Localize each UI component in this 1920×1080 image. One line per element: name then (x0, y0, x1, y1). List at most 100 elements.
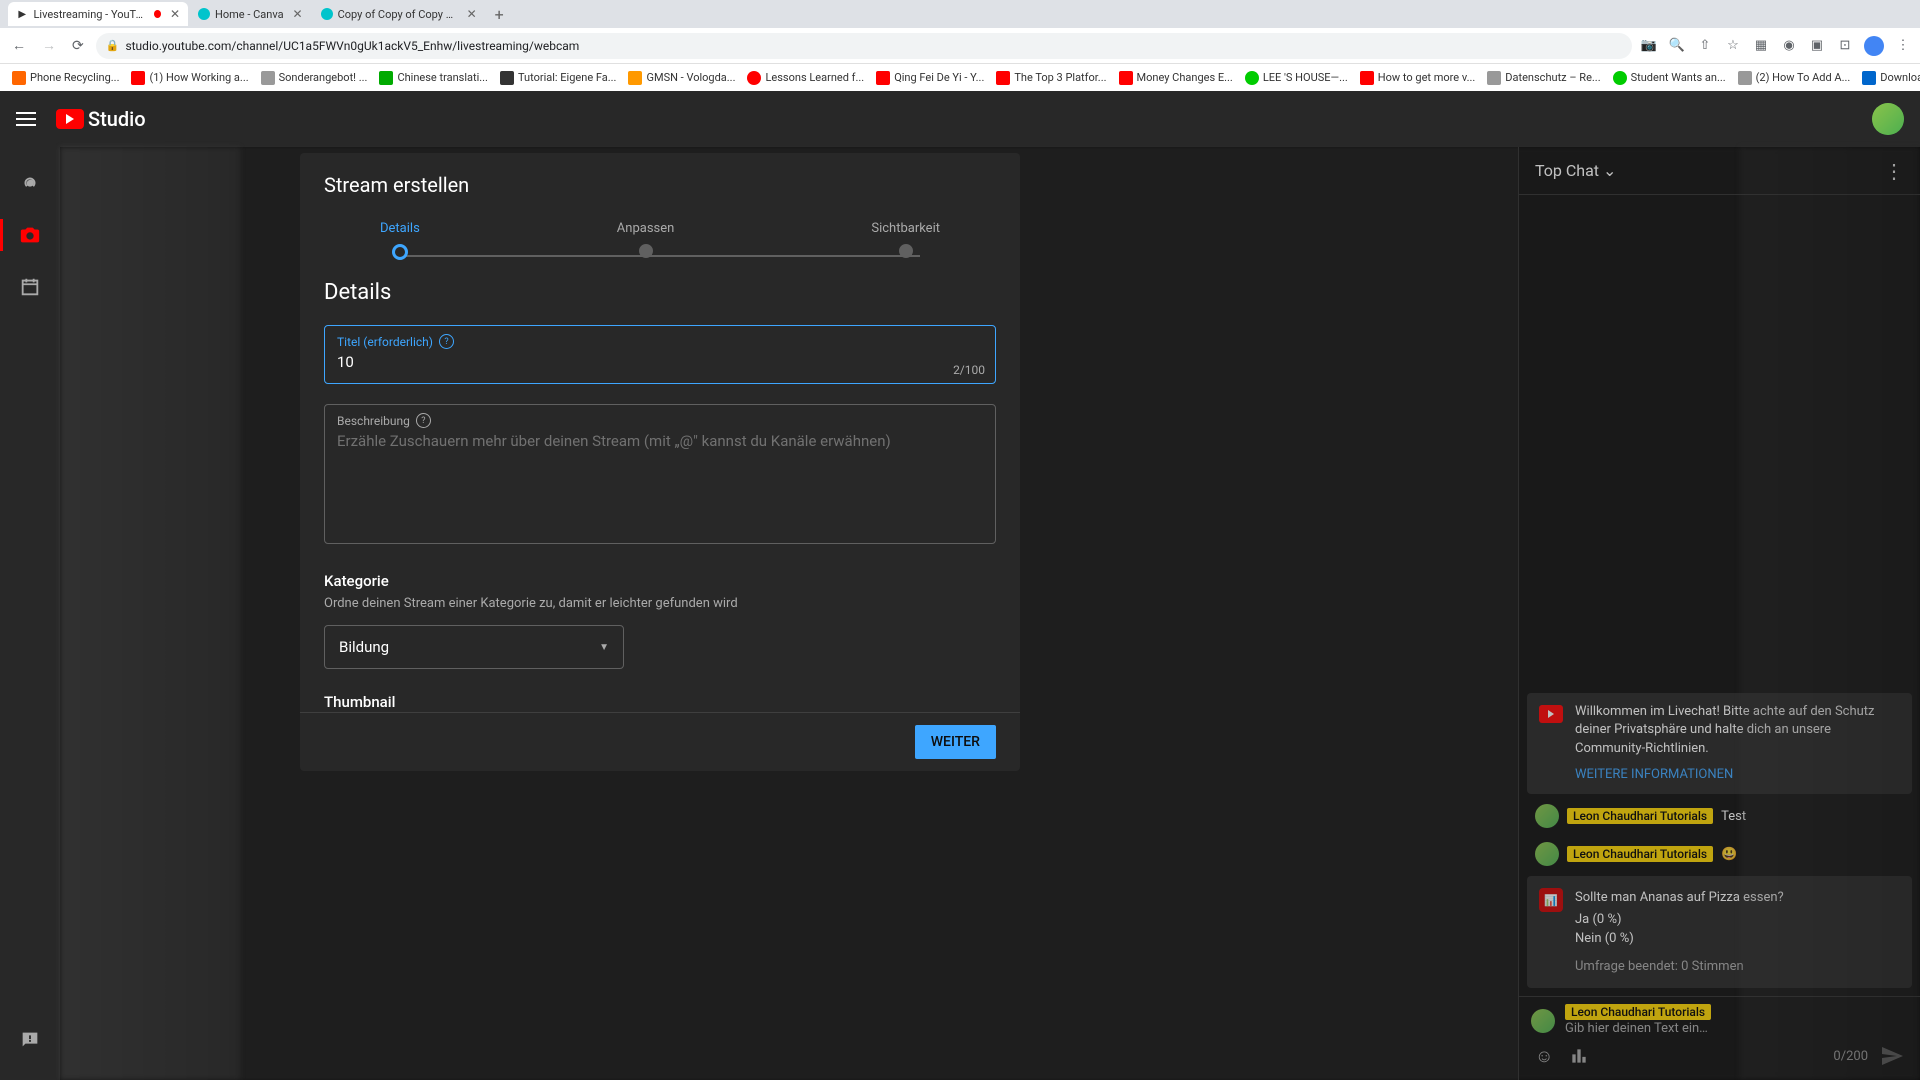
chrome-toolbar-icons: 📷 🔍 ⇧ ☆ ▦ ◉ ▣ ⊡ ⋮ (1640, 36, 1912, 56)
step-circle-icon (639, 244, 653, 258)
close-icon[interactable]: ✕ (467, 7, 477, 21)
bookmark-favicon (1360, 71, 1374, 85)
title-field[interactable]: Titel (erforderlich) ? 2/100 (324, 325, 996, 384)
bookmark-favicon (628, 71, 642, 85)
bookmark-item[interactable]: GMSN - Vologda... (624, 69, 739, 87)
url-input[interactable]: 🔒 studio.youtube.com/channel/UC1a5FWVn0g… (96, 33, 1632, 59)
bookmark-item[interactable]: Download - Cooki... (1858, 69, 1920, 87)
recording-indicator-icon (154, 10, 161, 18)
description-placeholder: Erzähle Zuschauern mehr über deinen Stre… (337, 428, 983, 454)
address-bar: ← → ⟳ 🔒 studio.youtube.com/channel/UC1a5… (0, 28, 1920, 63)
extension-icon[interactable]: ⊡ (1836, 37, 1854, 55)
studio-header: Studio (0, 91, 1920, 147)
bookmark-item[interactable]: Student Wants an... (1609, 69, 1730, 87)
hamburger-menu-icon[interactable] (16, 107, 40, 131)
next-button[interactable]: WEITER (915, 725, 996, 759)
feedback-nav-item[interactable] (6, 1016, 54, 1064)
menu-icon[interactable]: ⋮ (1894, 37, 1912, 55)
browser-tab[interactable]: Copy of Copy of Copy of Cop ✕ (313, 2, 485, 26)
step-details[interactable]: Details (380, 221, 420, 260)
preview-blur (1740, 147, 1920, 1080)
bookmark-item[interactable]: Tutorial: Eigene Fa... (496, 69, 621, 87)
browser-tab[interactable]: ▶ Livestreaming - YouTube S ✕ (8, 2, 188, 26)
step-customize[interactable]: Anpassen (617, 221, 675, 260)
bookmark-item[interactable]: Datenschutz – Re... (1483, 69, 1604, 87)
bookmark-favicon (747, 71, 761, 85)
select-value: Bildung (339, 638, 389, 656)
step-circle-icon (899, 244, 913, 258)
modal-body[interactable]: Details Titel (erforderlich) ? 2/100 Bes… (300, 260, 1020, 712)
bookmark-item[interactable]: Lessons Learned f... (743, 69, 868, 87)
bookmark-favicon (996, 71, 1010, 85)
step-visibility[interactable]: Sichtbarkeit (871, 221, 940, 260)
help-icon[interactable]: ? (416, 413, 431, 428)
profile-icon[interactable] (1864, 36, 1884, 56)
bookmark-item[interactable]: Phone Recycling... (8, 69, 123, 87)
bookmark-favicon (876, 71, 890, 85)
chevron-down-icon: ▼ (599, 642, 609, 653)
forward-button[interactable]: → (38, 33, 60, 58)
bookmark-item[interactable]: Money Changes E... (1115, 69, 1237, 87)
back-button[interactable]: ← (8, 33, 30, 58)
user-avatar[interactable] (1872, 103, 1904, 135)
step-circle-icon (392, 244, 408, 260)
url-text: studio.youtube.com/channel/UC1a5FWVn0gUk… (125, 39, 579, 53)
bookmark-bar: Phone Recycling... (1) How Working a... … (0, 63, 1920, 91)
canva-favicon (321, 8, 333, 20)
title-input[interactable] (337, 349, 983, 375)
youtube-play-icon (56, 109, 84, 129)
bookmark-item[interactable]: How to get more v... (1356, 69, 1480, 87)
studio-logo[interactable]: Studio (56, 107, 146, 131)
browser-tab[interactable]: Home - Canva ✕ (190, 2, 311, 26)
canva-favicon (198, 8, 210, 20)
step-label: Sichtbarkeit (871, 221, 940, 236)
field-label: Titel (erforderlich) ? (337, 334, 983, 349)
step-label: Anpassen (617, 221, 675, 236)
camera-icon (19, 224, 41, 246)
thumbnail-heading: Thumbnail (324, 693, 996, 711)
new-tab-button[interactable]: + (487, 5, 512, 24)
tab-title: Home - Canva (215, 8, 284, 21)
bookmark-item[interactable]: (2) How To Add A... (1734, 69, 1855, 87)
bookmark-item[interactable]: The Top 3 Platfor... (992, 69, 1110, 87)
bookmark-item[interactable]: Chinese translati... (375, 69, 492, 87)
tab-title: Livestreaming - YouTube S (33, 8, 148, 21)
bookmark-item[interactable]: (1) How Working a... (127, 69, 252, 87)
preview-blur (60, 147, 240, 1080)
description-field[interactable]: Beschreibung ? Erzähle Zuschauern mehr ü… (324, 404, 996, 544)
lock-icon: 🔒 (106, 39, 120, 52)
stream-nav-item[interactable] (6, 159, 54, 207)
bookmark-item[interactable]: Qing Fei De Yi - Y... (872, 69, 988, 87)
extension-icon[interactable]: ◉ (1780, 37, 1798, 55)
close-icon[interactable]: ✕ (293, 7, 303, 21)
extension-icon[interactable]: ▦ (1752, 37, 1770, 55)
category-desc: Ordne deinen Stream einer Kategorie zu, … (324, 596, 996, 611)
bookmark-item[interactable]: Sonderangebot! ... (257, 69, 372, 87)
webcam-nav-item[interactable] (6, 211, 54, 259)
bookmark-favicon (131, 71, 145, 85)
share-icon[interactable]: ⇧ (1696, 37, 1714, 55)
logo-text: Studio (88, 107, 146, 131)
close-icon[interactable]: ✕ (170, 7, 180, 21)
bookmark-favicon (500, 71, 514, 85)
bookmark-favicon (1487, 71, 1501, 85)
bookmark-favicon (1119, 71, 1133, 85)
manage-nav-item[interactable] (6, 263, 54, 311)
category-select[interactable]: Bildung ▼ (324, 625, 624, 669)
bookmark-favicon (1245, 71, 1259, 85)
youtube-favicon: ▶ (16, 7, 28, 21)
zoom-icon[interactable]: 🔍 (1668, 37, 1686, 55)
bookmark-favicon (12, 71, 26, 85)
bookmark-item[interactable]: LEE 'S HOUSE—... (1241, 69, 1352, 87)
help-icon[interactable]: ? (439, 334, 454, 349)
star-icon[interactable]: ☆ (1724, 37, 1742, 55)
modal-footer: WEITER (300, 712, 1020, 771)
camera-icon[interactable]: 📷 (1640, 37, 1658, 55)
extension-icon[interactable]: ▣ (1808, 37, 1826, 55)
reload-button[interactable]: ⟳ (68, 34, 88, 58)
tab-strip: ▶ Livestreaming - YouTube S ✕ Home - Can… (0, 0, 1920, 28)
bookmark-favicon (1613, 71, 1627, 85)
bookmark-favicon (261, 71, 275, 85)
tab-title: Copy of Copy of Copy of Cop (338, 8, 458, 21)
bookmark-favicon (379, 71, 393, 85)
